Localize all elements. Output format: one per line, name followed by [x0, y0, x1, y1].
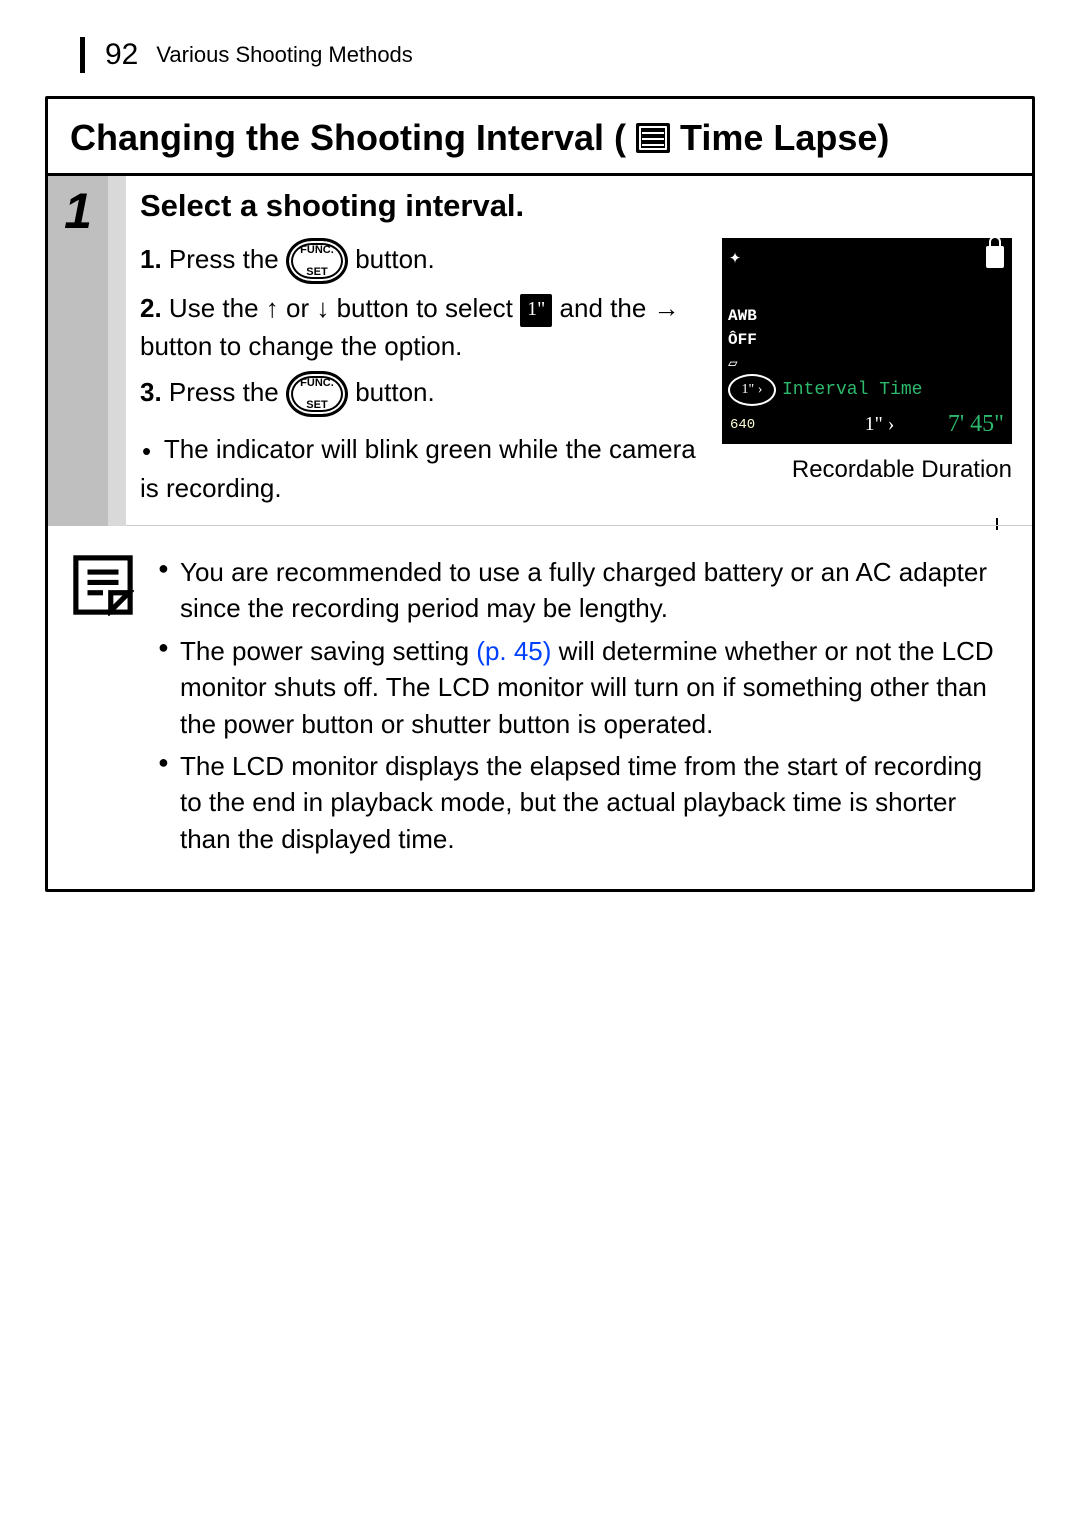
func-label-top: FUNC. — [300, 378, 334, 389]
page-number: 92 — [105, 38, 138, 72]
mode-icon: ✦ — [729, 244, 753, 268]
bullet-icon: • — [142, 436, 151, 466]
instr1-text-a: Press the — [169, 244, 286, 274]
instr1-text-b: button. — [355, 244, 435, 274]
section-title-post: Time Lapse) — [680, 117, 889, 159]
step-columns: 1. Press the FUNC. SET button. 2. Use the — [140, 238, 1012, 508]
lcd-column: ✦ AWB ÔFF ▱ 1" › Interval Time — [722, 238, 1012, 508]
step-number-cell: 1 — [48, 176, 108, 526]
header-divider — [45, 37, 85, 73]
instr3-text-b: button. — [355, 377, 435, 407]
func-set-button-icon: FUNC. SET — [286, 238, 348, 284]
func-label-top: FUNC. — [300, 245, 334, 256]
note-2: The power saving setting (p. 45) will de… — [158, 633, 1008, 742]
indicator-note-text: The indicator will blink green while the… — [140, 434, 696, 503]
right-arrow-icon: → — [654, 290, 680, 328]
manual-page: 92 Various Shooting Methods Changing the… — [0, 0, 1080, 1521]
up-arrow-icon: ↑ — [266, 290, 279, 328]
page-header: 92 Various Shooting Methods — [45, 30, 1035, 80]
instruction-list: 1. Press the FUNC. SET button. 2. Use the — [140, 238, 712, 417]
down-arrow-icon: ↓ — [316, 290, 329, 328]
lcd-left-icons: AWB ÔFF ▱ — [728, 308, 757, 372]
instruction-column: 1. Press the FUNC. SET button. 2. Use the — [140, 238, 712, 508]
recordable-duration-caption: Recordable Duration — [722, 456, 1012, 484]
instr2-text-a: Use the — [169, 293, 266, 323]
image-icon: ▱ — [728, 356, 757, 372]
func-set-button-icon: FUNC. SET — [286, 371, 348, 417]
lcd-bottom-row: 640 1" › 7' 45" — [722, 411, 1012, 438]
lcd-selected-oval: 1" › — [728, 374, 776, 406]
instruction-2: 2. Use the ↑ or ↓ button to select 1" an… — [140, 290, 712, 365]
note-1: You are recommended to use a fully charg… — [158, 554, 1008, 627]
instr2-number: 2. — [140, 293, 162, 323]
step-title: Select a shooting interval. — [140, 188, 1012, 224]
note-3: The LCD monitor displays the elapsed tim… — [158, 748, 1008, 857]
lcd-interval-row: 1" › Interval Time — [728, 374, 922, 406]
callout-pointer — [996, 518, 998, 530]
instr3-number: 3. — [140, 377, 162, 407]
section-title: Changing the Shooting Interval ( Time La… — [48, 99, 1032, 173]
instr2-text-b: or — [286, 293, 316, 323]
lcd-current-interval: 1" › — [865, 413, 895, 436]
note-2-a: The power saving setting — [180, 636, 476, 666]
interval-badge-icon: 1" — [520, 294, 552, 327]
instr3-text-a: Press the — [169, 377, 286, 407]
instr2-text-d: and the — [560, 293, 654, 323]
section-title-pre: Changing the Shooting Interval ( — [70, 117, 626, 159]
continuation-bar — [108, 176, 126, 526]
indicator-note: • The indicator will blink green while t… — [140, 431, 712, 508]
instr1-number: 1. — [140, 244, 162, 274]
func-label-bot: SET — [300, 400, 334, 411]
chapter-title: Various Shooting Methods — [156, 42, 412, 68]
step-1-row: 1 Select a shooting interval. 1. Press t… — [48, 173, 1032, 526]
note-icon — [72, 554, 134, 863]
awb-icon: AWB — [728, 308, 757, 324]
step-body: Select a shooting interval. 1. Press the… — [126, 176, 1032, 526]
func-label-bot: SET — [300, 267, 334, 278]
instr2-text-e: button to change the option. — [140, 331, 462, 361]
page-reference-link[interactable]: (p. 45) — [476, 636, 551, 666]
instruction-1: 1. Press the FUNC. SET button. — [140, 238, 712, 284]
content-frame: Changing the Shooting Interval ( Time La… — [45, 96, 1035, 892]
instruction-3: 3. Press the FUNC. SET button. — [140, 371, 712, 417]
step-number: 1 — [64, 182, 92, 240]
notes-section: You are recommended to use a fully charg… — [48, 526, 1032, 889]
lcd-preview: ✦ AWB ÔFF ▱ 1" › Interval Time — [722, 238, 1012, 444]
lcd-resolution: 640 — [730, 417, 755, 433]
lock-icon — [986, 246, 1004, 268]
instr2-text-c: button to select — [337, 293, 521, 323]
lcd-interval-label: Interval Time — [782, 380, 922, 400]
lcd-recordable-duration: 7' 45" — [948, 411, 1004, 438]
note-list: You are recommended to use a fully charg… — [158, 554, 1008, 863]
time-lapse-icon — [636, 123, 670, 153]
off-icon: ÔFF — [728, 332, 757, 348]
